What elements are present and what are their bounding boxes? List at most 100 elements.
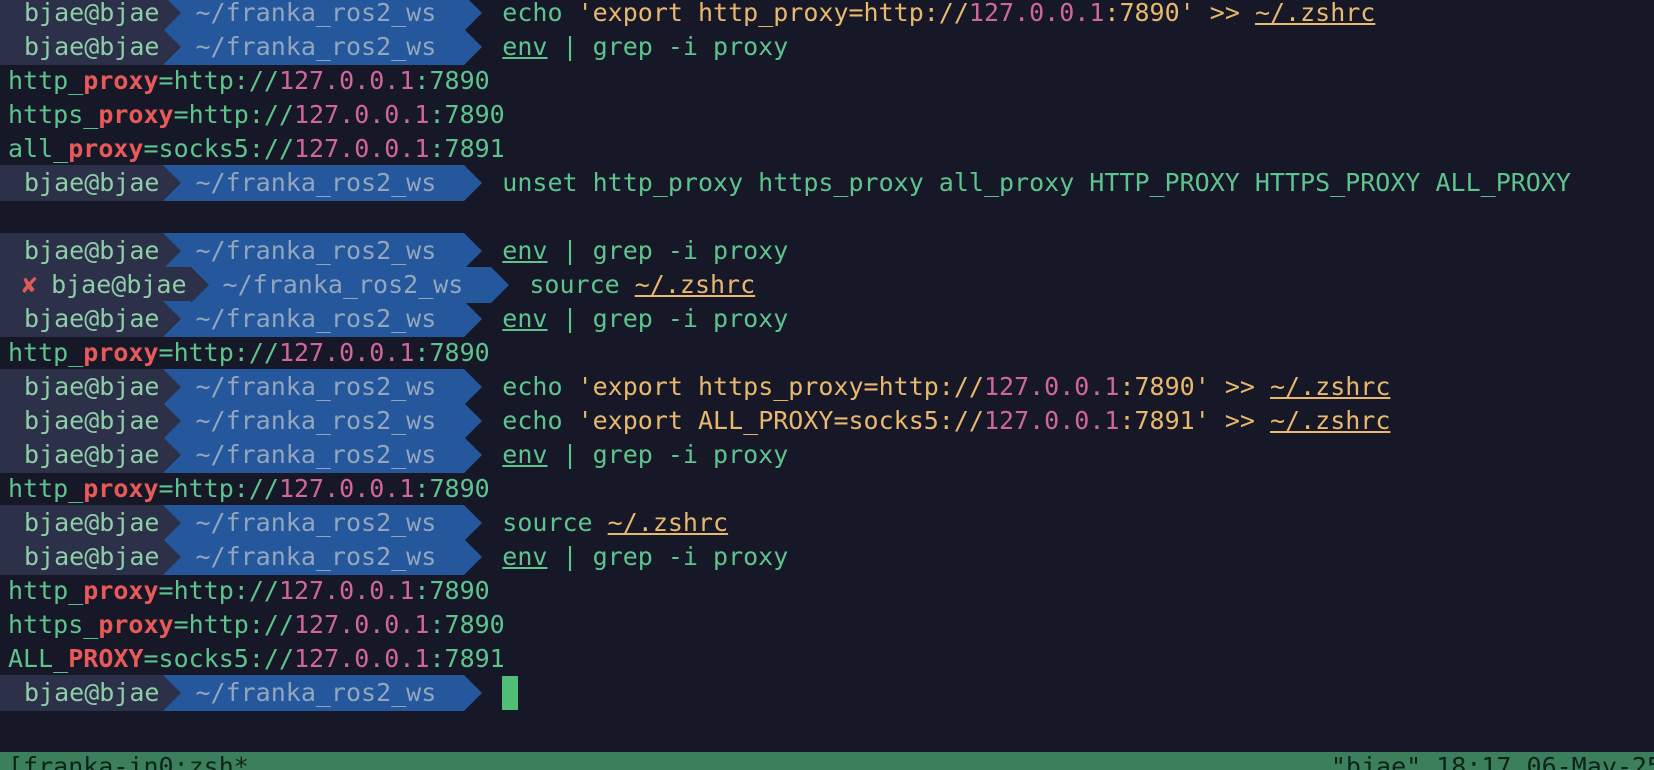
prompt-user-segment: bjae@bjae bbox=[0, 165, 182, 201]
file-path: ~/.zshrc bbox=[1254, 0, 1376, 27]
command-text: source ~/.zshrc bbox=[529, 267, 755, 303]
prompt-dir-segment: ~/franka_ros2_ws bbox=[163, 539, 483, 575]
command-string: 'export ALL_PROXY=socks5:// bbox=[577, 406, 984, 435]
env-var-ip: 127.0.0.1 bbox=[294, 644, 430, 673]
command-text: env | grep -i proxy bbox=[502, 236, 789, 265]
env-var-scheme: =http:// bbox=[158, 66, 279, 95]
prompt-user-segment: bjae@bjae bbox=[0, 369, 182, 405]
redirect-operator: >> bbox=[1224, 406, 1255, 435]
prompt-dir-segment: ~/franka_ros2_ws bbox=[163, 675, 483, 711]
env-var-port: :7890 bbox=[414, 474, 490, 503]
command-string: 'export http_proxy=http:// bbox=[577, 0, 969, 27]
command-text: env | grep -i proxy bbox=[502, 304, 789, 333]
prompt-dir-segment: ~/franka_ros2_ws bbox=[163, 0, 483, 31]
env-var-scheme: =http:// bbox=[158, 576, 279, 605]
prompt-user-segment: bjae@bjae bbox=[0, 505, 182, 541]
command-text: unset http_proxy https_proxy all_proxy H… bbox=[502, 168, 1571, 197]
terminal-cursor bbox=[502, 676, 519, 710]
env-var-scheme: =http:// bbox=[173, 100, 294, 129]
env-var-ip: 127.0.0.1 bbox=[294, 100, 430, 129]
command-name: echo bbox=[502, 0, 563, 27]
status-session: [franka-in0:zsh* bbox=[8, 752, 249, 770]
command-string: 'export https_proxy=http:// bbox=[577, 372, 984, 401]
env-var-ip: 127.0.0.1 bbox=[294, 610, 430, 639]
prompt-line: bjae@bjae ~/franka_ros2_ws echo 'export ht… bbox=[0, 369, 1390, 405]
env-var-match: proxy bbox=[83, 576, 159, 605]
prompt-user-segment: bjae@bjae bbox=[0, 403, 182, 439]
file-path: ~/.zshrc bbox=[607, 508, 729, 537]
prompt-user-segment: bjae@bjae bbox=[0, 437, 182, 473]
prompt-dir-segment: ~/franka_ros2_ws bbox=[163, 505, 483, 541]
env-var-ip: 127.0.0.1 bbox=[278, 576, 415, 605]
output-line: https_proxy=http://127.0.0.1:7890 bbox=[0, 607, 505, 643]
command-text bbox=[502, 675, 519, 711]
prompt-dir-segment: ~/franka_ros2_ws bbox=[163, 29, 483, 65]
env-var-match: proxy bbox=[83, 338, 159, 367]
env-var-match: proxy bbox=[83, 66, 159, 95]
env-var-ip: 127.0.0.1 bbox=[294, 134, 430, 163]
env-var-match: PROXY bbox=[68, 644, 144, 673]
prompt-dir-segment: ~/franka_ros2_ws bbox=[163, 403, 483, 439]
command-text: source ~/.zshrc bbox=[502, 505, 728, 541]
prompt-dir-segment: ~/franka_ros2_ws bbox=[190, 267, 510, 303]
redirect-operator: >> bbox=[1209, 0, 1240, 27]
output-line: http_proxy=http://127.0.0.1:7890 bbox=[0, 573, 490, 609]
prompt-user-segment: bjae@bjae bbox=[0, 233, 182, 269]
env-var-ip: 127.0.0.1 bbox=[278, 338, 415, 367]
env-var-scheme: =socks5:// bbox=[143, 134, 294, 163]
file-path: ~/.zshrc bbox=[1269, 406, 1391, 435]
tmux-status-bar: [franka-in0:zsh* "bjae" 18:17 06-May-25 bbox=[0, 752, 1654, 770]
output-line: http_proxy=http://127.0.0.1:7890 bbox=[0, 63, 490, 99]
env-var-port: :7890 bbox=[414, 66, 490, 95]
output-line: ALL_PROXY=socks5://127.0.0.1:7891 bbox=[0, 641, 505, 677]
prompt-dir-segment: ~/franka_ros2_ws bbox=[163, 165, 483, 201]
command-name: env bbox=[502, 542, 548, 571]
prompt-user-segment: bjae@bjae bbox=[0, 301, 182, 337]
command-name: env bbox=[502, 440, 548, 469]
output-line: http_proxy=http://127.0.0.1:7890 bbox=[0, 335, 490, 371]
command-name: env bbox=[502, 236, 548, 265]
prompt-user-segment: bjae@bjae bbox=[0, 0, 182, 31]
command-text: env | grep -i proxy bbox=[502, 440, 789, 469]
env-var-port: :7891 bbox=[429, 644, 505, 673]
command-name: source bbox=[529, 270, 620, 299]
command-name: echo bbox=[502, 372, 563, 401]
env-var-match: proxy bbox=[98, 100, 174, 129]
output-line: all_proxy=socks5://127.0.0.1:7891 bbox=[0, 131, 505, 167]
env-var-match: proxy bbox=[83, 474, 159, 503]
env-var-ip: 127.0.0.1 bbox=[278, 66, 415, 95]
status-info: "bjae" 18:17 06-May-25 bbox=[1330, 752, 1654, 770]
prompt-line: bjae@bjae ~/franka_ros2_ws echo 'export AL… bbox=[0, 403, 1390, 439]
prompt-line: ✘ bjae@bjae ~/franka_ros2_ws source ~/.zshr… bbox=[0, 267, 755, 303]
redirect-operator: >> bbox=[1224, 372, 1255, 401]
terminal-window[interactable]: bjae@bjae ~/franka_ros2_ws echo 'export ht… bbox=[0, 0, 1654, 770]
file-path: ~/.zshrc bbox=[634, 270, 756, 299]
prompt-line: bjae@bjae ~/franka_ros2_ws env | grep -i p… bbox=[0, 233, 788, 269]
output-line: http_proxy=http://127.0.0.1:7890 bbox=[0, 471, 490, 507]
env-var-match: proxy bbox=[98, 610, 174, 639]
env-var-prefix: http_ bbox=[8, 576, 84, 605]
command-text: env | grep -i proxy bbox=[502, 32, 789, 61]
command-text: echo 'export ALL_PROXY=socks5://127.0.0.… bbox=[502, 406, 1391, 435]
prompt-line: bjae@bjae ~/franka_ros2_ws env | grep -i p… bbox=[0, 437, 788, 473]
prompt-line: bjae@bjae ~/franka_ros2_ws env | grep -i p… bbox=[0, 539, 788, 575]
error-mark-icon: ✘ bbox=[22, 270, 38, 299]
command-name: env bbox=[502, 304, 548, 333]
env-var-scheme: =http:// bbox=[158, 474, 279, 503]
command-name: env bbox=[502, 32, 548, 61]
output-line: https_proxy=http://127.0.0.1:7890 bbox=[0, 97, 505, 133]
prompt-line: bjae@bjae ~/franka_ros2_ws echo 'export ht… bbox=[0, 0, 1375, 31]
command-name: source bbox=[502, 508, 593, 537]
command-text: echo 'export https_proxy=http://127.0.0.… bbox=[502, 372, 1391, 401]
env-var-prefix: ALL_ bbox=[8, 644, 69, 673]
env-var-match: proxy bbox=[68, 134, 144, 163]
prompt-line: bjae@bjae ~/franka_ros2_ws bbox=[0, 675, 519, 711]
prompt-dir-segment: ~/franka_ros2_ws bbox=[163, 301, 483, 337]
command-name: echo bbox=[502, 406, 563, 435]
env-var-scheme: =http:// bbox=[158, 338, 279, 367]
prompt-user-segment: bjae@bjae bbox=[0, 29, 182, 65]
env-var-port: :7890 bbox=[429, 610, 505, 639]
prompt-user-segment: bjae@bjae bbox=[0, 675, 182, 711]
env-var-prefix: http_ bbox=[8, 66, 84, 95]
env-var-prefix: http_ bbox=[8, 474, 84, 503]
